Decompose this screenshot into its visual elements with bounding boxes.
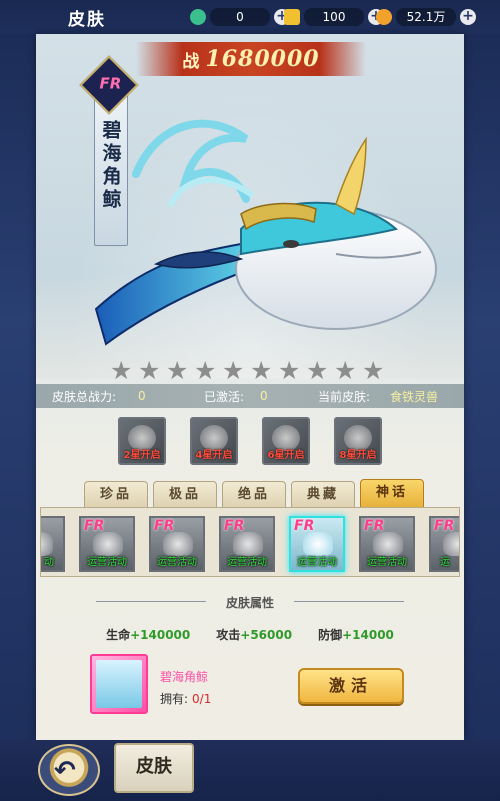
attribute-hp: 生命+140000 bbox=[106, 626, 190, 643]
add-coin-button[interactable]: + bbox=[460, 9, 476, 25]
activated-value: 0 bbox=[260, 389, 268, 403]
skin-item[interactable]: FR 运营活动 bbox=[149, 516, 205, 572]
attribute-key: 防御 bbox=[318, 628, 343, 642]
rarity-badge: FR bbox=[294, 518, 315, 534]
jade-value: 0 bbox=[210, 8, 270, 26]
attribute-key: 生命 bbox=[106, 628, 131, 642]
star-icon: ★ bbox=[306, 356, 329, 379]
attribute-list: 生命+140000 攻击+56000 防御+14000 bbox=[36, 626, 464, 643]
coin-icon bbox=[376, 9, 392, 25]
back-button[interactable]: ↶ bbox=[38, 744, 100, 796]
activated-label: 已激活: bbox=[204, 389, 245, 404]
skin-item[interactable]: FR 运 bbox=[429, 516, 459, 572]
total-power-label: 皮肤总战力: bbox=[52, 389, 117, 404]
attribute-value: +140000 bbox=[130, 628, 191, 642]
star-icon: ★ bbox=[222, 356, 245, 379]
star-icon: ★ bbox=[166, 356, 189, 379]
skin-name: 碧海角鲸 bbox=[99, 120, 122, 212]
rarity-badge: FR bbox=[84, 518, 105, 534]
bottom-tab-skin[interactable]: 皮肤 bbox=[114, 743, 194, 793]
attribute-value: +56000 bbox=[240, 628, 293, 642]
owned-skin-name: 碧海角鲸 bbox=[160, 670, 209, 684]
gold-ingot-icon bbox=[284, 9, 300, 25]
tab-shenhua[interactable]: 神话 bbox=[360, 479, 424, 509]
attribute-attack: 攻击+56000 bbox=[216, 626, 292, 643]
divider-right bbox=[294, 601, 404, 602]
tab-zhenpin[interactable]: 珍品 bbox=[84, 481, 148, 509]
attributes-title: 皮肤属性 bbox=[225, 596, 274, 610]
unlock-slot-8-star[interactable]: 8星开启 bbox=[334, 417, 382, 465]
tab-diancang[interactable]: 典藏 bbox=[291, 481, 355, 509]
star-icon: ★ bbox=[334, 356, 357, 379]
tab-jipin[interactable]: 极品 bbox=[153, 481, 217, 509]
unlock-label: 4星开启 bbox=[195, 450, 233, 461]
attribute-value: +14000 bbox=[342, 628, 394, 642]
star-icon: ★ bbox=[362, 356, 385, 379]
total-power-value: 0 bbox=[138, 389, 146, 403]
unlock-slot-4-star[interactable]: 4星开启 bbox=[190, 417, 238, 465]
rarity-badge-label: FR bbox=[99, 74, 122, 93]
star-rating: ★ ★ ★ ★ ★ ★ ★ ★ ★ ★ bbox=[110, 358, 387, 379]
rarity-tabs: 珍品 极品 绝品 典藏 神话 bbox=[84, 479, 424, 509]
skin-source-label: 动 bbox=[44, 557, 54, 568]
skin-item[interactable]: 动 bbox=[41, 516, 65, 572]
resource-coin: 52.1万 + bbox=[376, 7, 476, 27]
current-skin-value: 食铁灵兽 bbox=[390, 389, 439, 404]
page-title: 皮肤 bbox=[68, 9, 106, 30]
attribute-key: 攻击 bbox=[216, 628, 241, 642]
skin-item[interactable]: FR 运营活动 bbox=[219, 516, 275, 572]
whale-thumbnail-icon bbox=[96, 660, 142, 708]
attribute-defense: 防御+14000 bbox=[318, 626, 394, 643]
resource-jade: 0 + bbox=[190, 7, 290, 27]
skin-source-label: 运营活动 bbox=[367, 557, 407, 568]
skin-source-label: 运营活动 bbox=[157, 557, 197, 568]
skin-source-label: 运 bbox=[440, 557, 450, 568]
star-unlock-row: 2星开启 4星开启 6星开启 8星开启 bbox=[36, 417, 464, 467]
star-icon: ★ bbox=[110, 356, 133, 379]
activate-button[interactable]: 激活 bbox=[298, 668, 404, 704]
coin-value: 52.1万 bbox=[396, 8, 456, 26]
star-icon: ★ bbox=[250, 356, 273, 379]
unlock-slot-6-star[interactable]: 6星开启 bbox=[262, 417, 310, 465]
skin-stats-line: 皮肤总战力: 0 已激活: 0 当前皮肤: 食铁灵兽 bbox=[36, 384, 464, 408]
rarity-badge: FR bbox=[154, 518, 175, 534]
unlock-label: 6星开启 bbox=[267, 450, 305, 461]
top-bar: 皮肤 0 + 100 + 52.1万 + bbox=[0, 0, 500, 34]
unlock-label: 8星开启 bbox=[339, 450, 377, 461]
skin-item[interactable]: FR 运营活动 bbox=[359, 516, 415, 572]
back-arrow-icon: ↶ bbox=[54, 756, 76, 786]
star-icon: ★ bbox=[278, 356, 301, 379]
skin-panel: 战 1680000 碧海角鲸 FR ★ ★ ★ ★ ★ ★ ★ ★ ★ ★ 皮肤… bbox=[36, 34, 464, 740]
rarity-badge: FR bbox=[364, 518, 385, 534]
owned-count: 拥有: 0/1 bbox=[160, 690, 211, 707]
owned-count-label: 拥有: bbox=[160, 692, 189, 706]
skin-item[interactable]: FR 运营活动 bbox=[79, 516, 135, 572]
star-icon: ★ bbox=[194, 356, 217, 379]
skin-item-selected[interactable]: FR 运营活动 bbox=[289, 516, 345, 572]
skin-source-label: 运营活动 bbox=[297, 557, 337, 568]
resource-gold: 100 + bbox=[284, 7, 384, 27]
rarity-badge: FR bbox=[434, 518, 455, 534]
unlock-slot-2-star[interactable]: 2星开启 bbox=[118, 417, 166, 465]
skin-source-label: 运营活动 bbox=[87, 557, 127, 568]
owned-count-value: 0/1 bbox=[192, 692, 212, 706]
gold-value: 100 bbox=[304, 8, 364, 26]
owned-skin-card[interactable] bbox=[90, 654, 148, 714]
rarity-badge: FR bbox=[224, 518, 245, 534]
current-skin-label: 当前皮肤: bbox=[318, 389, 371, 404]
skin-list: 动 FR 运营活动 FR 运营活动 FR 运营活动 FR 运营活动 FR 运营活… bbox=[40, 507, 460, 577]
tab-juepin[interactable]: 绝品 bbox=[222, 481, 286, 509]
unlock-label: 2星开启 bbox=[123, 450, 161, 461]
skin-showcase: 战 1680000 碧海角鲸 FR ★ ★ ★ ★ ★ ★ ★ ★ ★ ★ bbox=[36, 34, 464, 379]
jade-icon bbox=[190, 9, 206, 25]
star-icon: ★ bbox=[138, 356, 161, 379]
skin-source-label: 运营活动 bbox=[227, 557, 267, 568]
